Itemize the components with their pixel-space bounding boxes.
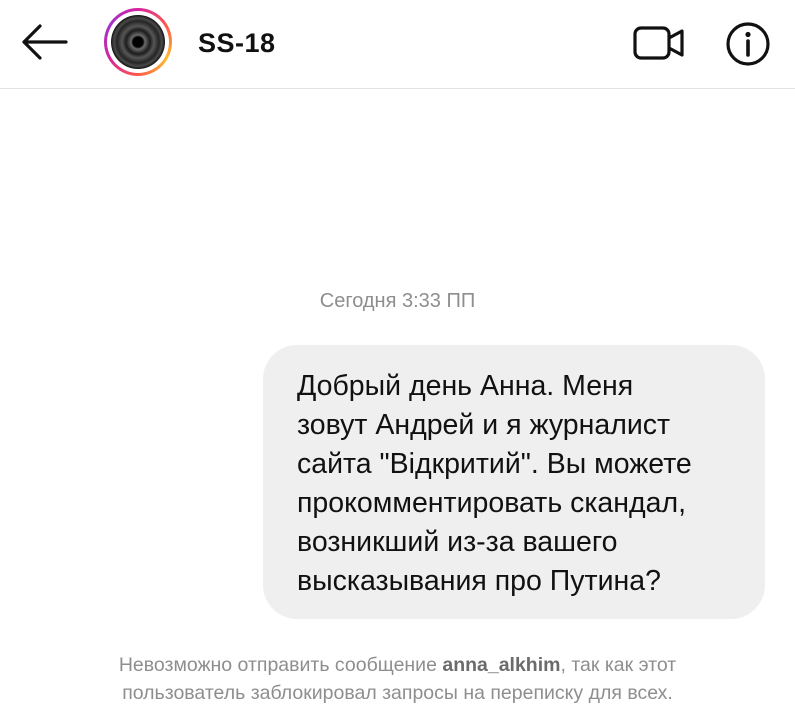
message-line: высказывания про Путина? (297, 565, 661, 597)
blocked-notice-line-1: Невозможно отправить сообщение anna_alkh… (0, 651, 795, 679)
avatar[interactable] (104, 8, 172, 76)
avatar-ring-gap (107, 11, 169, 73)
message-line: возникший из-за вашего (297, 526, 618, 558)
message-line: Добрый день Анна. Меня (297, 370, 634, 402)
message-bubble[interactable]: Добрый день Анна. Меня зовут Андрей и я … (263, 345, 765, 619)
chat-header: SS-18 (0, 0, 795, 89)
blocked-notice: Невозможно отправить сообщение anna_alkh… (0, 651, 795, 707)
avatar-image (111, 15, 165, 69)
notice-text-after: , так как этот (560, 654, 677, 676)
blocked-notice-line-2: пользователь заблокировал запросы на пер… (122, 682, 673, 704)
message-line: зовут Андрей и я журналист (297, 409, 671, 441)
video-camera-icon (633, 26, 684, 60)
message-timestamp: Сегодня 3:33 ПП (319, 290, 476, 312)
chat-username[interactable]: SS-18 (198, 28, 276, 59)
notice-username: anna_alkhim (442, 654, 561, 676)
back-button[interactable] (18, 22, 70, 62)
arrow-left-icon (22, 24, 68, 60)
info-icon (726, 22, 770, 66)
message-line: сайта "Відкритий". Вы можете (297, 448, 692, 480)
info-button[interactable] (724, 20, 772, 68)
notice-text-before: Невозможно отправить сообщение (118, 654, 443, 676)
video-call-button[interactable] (632, 22, 688, 64)
message-line: прокомментировать скандал, (297, 487, 687, 519)
